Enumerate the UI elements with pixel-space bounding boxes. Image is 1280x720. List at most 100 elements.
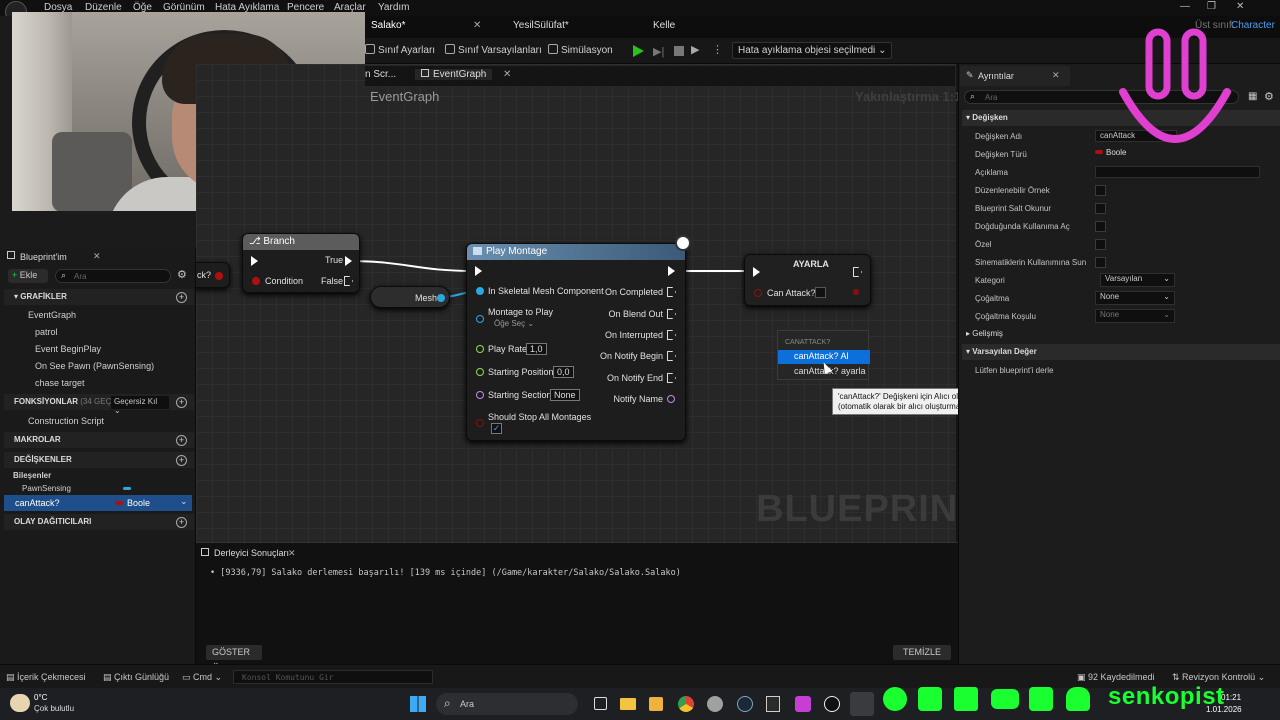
my-blueprint-tab[interactable]: Blueprint'im <box>20 252 67 262</box>
set-exec-in[interactable] <box>753 267 760 277</box>
taskbar-search[interactable]: ⌕ Ara <box>436 693 578 715</box>
stop-all-checkbox[interactable]: ✓ <box>491 423 502 434</box>
montage-to-play-pin[interactable] <box>476 315 484 323</box>
component-pawnsensing[interactable]: PawnSensing <box>22 484 71 493</box>
parent-class-value[interactable]: Character <box>1231 20 1275 31</box>
on-notify-end-pin[interactable] <box>667 373 676 383</box>
on-completed-pin[interactable] <box>667 287 676 297</box>
section-default-value[interactable]: ▾ Varsayılan Değer <box>962 344 1280 360</box>
function-item-construction-script[interactable]: Construction Script <box>28 416 104 426</box>
add-dispatcher-icon[interactable]: + <box>176 517 187 528</box>
can-attack-out-pin[interactable] <box>853 289 859 295</box>
clear-button[interactable]: TEMİZLE <box>893 645 951 660</box>
unreal-taskbar-icon[interactable] <box>824 696 840 712</box>
add-function-icon[interactable]: + <box>176 397 187 408</box>
details-tab[interactable]: ✎ Ayrıntılar ✕ <box>960 66 1070 86</box>
debug-object-select[interactable]: Hata ayıklama objesi seçilmedi ⌄ <box>732 42 893 59</box>
add-macro-icon[interactable]: + <box>176 435 187 446</box>
app-icon[interactable] <box>707 696 723 712</box>
steam-icon[interactable] <box>737 696 753 712</box>
menu-help[interactable]: Yardım <box>378 2 410 13</box>
eject-icon[interactable]: ▶ <box>691 43 699 56</box>
revision-control-button[interactable]: ⇅ Revizyon Kontrolü ⌄ <box>1172 672 1265 683</box>
task-view-icon[interactable] <box>594 697 607 710</box>
branch-true-pin[interactable] <box>345 256 352 266</box>
set-node[interactable]: AYARLA Can Attack? <box>744 254 871 306</box>
settings-icon[interactable]: ⚙ <box>1264 90 1274 103</box>
override-dropdown[interactable]: Geçersiz Kıl ⌄ <box>111 396 169 415</box>
content-drawer-button[interactable]: ▤ İçerik Çekmecesi <box>6 672 86 683</box>
chevron-down-icon[interactable]: ⌄ <box>180 496 188 507</box>
file-explorer-icon[interactable] <box>620 698 636 710</box>
branch-condition-pin[interactable] <box>252 277 260 285</box>
can-attack-pin[interactable] <box>754 289 762 297</box>
cinematics-checkbox[interactable] <box>1095 257 1106 268</box>
skeletal-mesh-pin[interactable] <box>476 287 484 295</box>
compiler-tab[interactable]: Derleyici Sonuçları <box>214 548 289 558</box>
store-icon[interactable] <box>649 697 663 711</box>
more-options-icon[interactable]: ⋮ <box>712 43 723 56</box>
mesh-pin-out[interactable] <box>437 294 445 302</box>
on-interrupted-pin[interactable] <box>667 330 676 340</box>
add-graph-icon[interactable]: + <box>176 292 187 303</box>
can-attack-checkbox[interactable] <box>815 287 826 298</box>
branch-false-pin[interactable] <box>344 276 353 286</box>
left-stub-node[interactable]: ck? <box>190 262 230 288</box>
section-macros[interactable]: MAKROLAR <box>4 432 194 448</box>
bool-pin-out[interactable] <box>215 272 223 280</box>
close-window-icon[interactable]: ✕ <box>1236 1 1244 12</box>
variable-row-canattack[interactable]: canAttack? Boole ⌄ <box>4 495 192 511</box>
tab-close-icon[interactable]: ✕ <box>473 20 481 31</box>
play-rate-input[interactable]: 1,0 <box>526 343 547 355</box>
stop-icon[interactable] <box>674 46 684 56</box>
notify-name-pin[interactable] <box>667 395 675 403</box>
add-button[interactable]: + Ekle <box>8 269 48 283</box>
graph-item-chase-target[interactable]: chase target <box>35 378 85 388</box>
private-checkbox[interactable] <box>1095 239 1106 250</box>
show-button[interactable]: GÖSTER ⌄ <box>206 645 262 667</box>
step-icon[interactable]: ▶| <box>653 45 664 58</box>
montage-select-dropdown[interactable]: Öğe Seç ⌄ <box>491 319 537 328</box>
class-settings-button[interactable]: Sınıf Ayarları <box>365 44 435 56</box>
unsaved-button[interactable]: ▣ 92 Kaydedilmedi <box>1077 672 1155 683</box>
graph-item-patrol[interactable]: patrol <box>35 327 58 337</box>
section-variables[interactable]: DEĞİŞKENLER <box>4 452 194 468</box>
set-exec-out[interactable] <box>853 267 862 277</box>
simulation-button[interactable]: Simülasyon <box>548 44 613 56</box>
details-close-icon[interactable]: ✕ <box>1052 70 1060 81</box>
weather-icon[interactable] <box>10 694 30 712</box>
instance-editable-checkbox[interactable] <box>1095 185 1106 196</box>
components-label[interactable]: Bileşenler <box>13 471 51 480</box>
app-purple-icon[interactable] <box>795 696 811 712</box>
expose-spawn-checkbox[interactable] <box>1095 221 1106 232</box>
description-input[interactable] <box>1095 166 1260 178</box>
console-input[interactable]: Konsol Komutunu Gir <box>233 670 433 684</box>
tab-kelle[interactable]: Kelle <box>653 20 675 31</box>
stop-all-pin[interactable] <box>476 419 484 427</box>
settings-icon[interactable]: ⚙ <box>177 268 187 281</box>
my-blueprint-close-icon[interactable]: ✕ <box>93 251 101 262</box>
steam-active-icon[interactable] <box>850 692 874 716</box>
montage-exec-in[interactable] <box>475 266 482 276</box>
graph-item-beginplay[interactable]: Event BeginPlay <box>35 344 101 354</box>
on-notify-begin-pin[interactable] <box>667 351 676 361</box>
starting-position-pin[interactable] <box>476 368 484 376</box>
on-blend-out-pin[interactable] <box>667 309 676 319</box>
epic-games-icon[interactable] <box>766 696 780 712</box>
montage-exec-out[interactable] <box>668 266 675 276</box>
branch-node[interactable]: ⎇ Branch Condition True False <box>242 233 360 293</box>
maximize-icon[interactable]: ❐ <box>1207 1 1216 12</box>
section-graphs[interactable]: ▾ GRAFİKLER <box>4 289 194 305</box>
section-advanced[interactable]: ▸ Gelişmiş <box>962 326 1280 342</box>
replication-condition-dropdown[interactable]: None ⌄ <box>1095 309 1175 323</box>
graph-item-eventgraph[interactable]: EventGraph <box>28 310 76 320</box>
tab-salako[interactable]: Salako* <box>371 20 405 31</box>
windows-start-icon[interactable] <box>410 696 426 712</box>
grid-view-icon[interactable]: ▦ <box>1248 91 1257 102</box>
starting-section-pin[interactable] <box>476 391 484 399</box>
starting-position-input[interactable]: 0,0 <box>553 366 574 378</box>
play-rate-pin[interactable] <box>476 345 484 353</box>
chrome-icon[interactable] <box>678 696 694 712</box>
starting-section-input[interactable]: None <box>550 389 580 401</box>
branch-exec-in[interactable] <box>251 256 258 266</box>
